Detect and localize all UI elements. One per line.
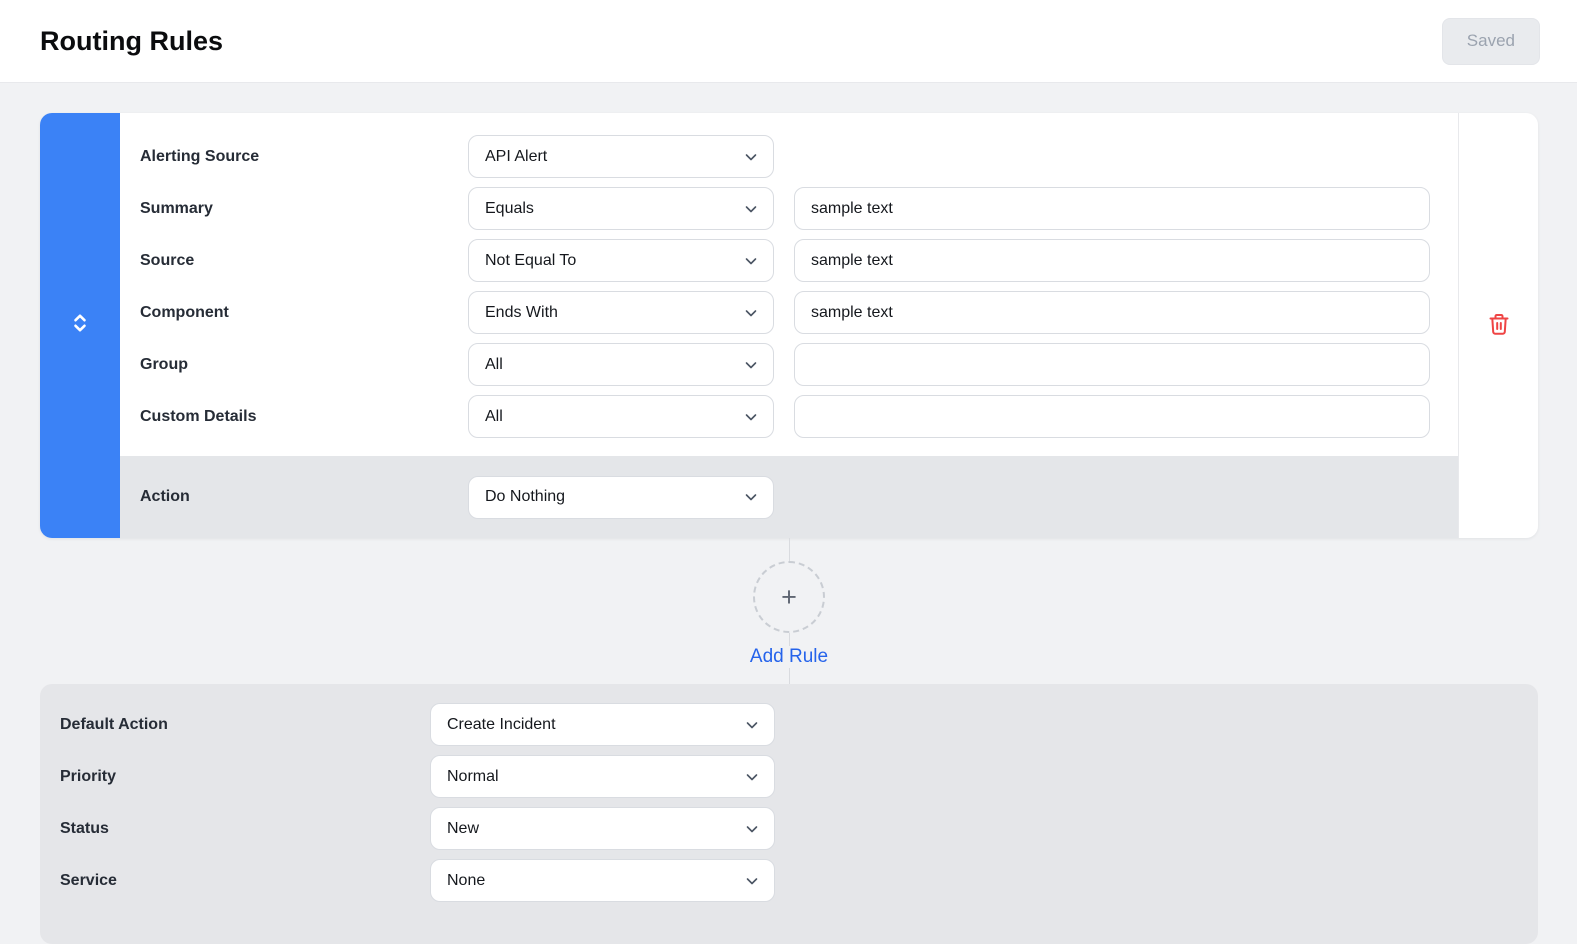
condition-value-input[interactable] <box>794 187 1430 230</box>
add-rule-connector: + Add Rule <box>40 538 1538 684</box>
condition-row-source: Source Not Equal To <box>120 239 1458 282</box>
chevron-down-icon <box>743 357 759 373</box>
condition-row-custom-details: Custom Details All <box>120 395 1458 438</box>
chevron-down-icon <box>743 201 759 217</box>
rule-card: Alerting Source API Alert Summary Equals… <box>40 113 1538 538</box>
rule-conditions: Alerting Source API Alert Summary Equals… <box>120 113 1458 456</box>
chevron-down-icon <box>744 873 760 889</box>
condition-value-input[interactable] <box>794 395 1430 438</box>
action-select-value: Do Nothing <box>485 488 566 505</box>
chevrons-up-down-icon <box>70 312 90 339</box>
default-setting-value: Create Incident <box>447 715 556 733</box>
default-row-priority: Priority Normal <box>40 755 1538 798</box>
condition-label: Custom Details <box>140 407 257 425</box>
condition-label: Summary <box>140 199 213 217</box>
chevron-down-icon <box>744 717 760 733</box>
condition-operator-value: All <box>485 407 503 425</box>
default-row-default-action: Default Action Create Incident <box>40 703 1538 746</box>
default-setting-value: None <box>447 871 486 889</box>
condition-label: Source <box>140 251 195 269</box>
default-settings-panel: Default Action Create Incident Priority … <box>40 684 1538 944</box>
condition-operator-select[interactable]: All <box>468 343 774 386</box>
chevron-down-icon <box>743 489 759 505</box>
chevron-down-icon <box>744 821 760 837</box>
condition-row-summary: Summary Equals <box>120 187 1458 230</box>
default-setting-label: Priority <box>60 767 117 785</box>
add-rule-label[interactable]: Add Rule <box>739 646 839 668</box>
chevron-down-icon <box>743 409 759 425</box>
condition-operator-value: Ends With <box>485 303 558 321</box>
condition-operator-value: All <box>485 355 503 373</box>
default-settings-rows: Default Action Create Incident Priority … <box>40 703 1538 902</box>
page-header: Routing Rules Saved <box>0 0 1577 83</box>
saved-button[interactable]: Saved <box>1441 17 1540 65</box>
default-setting-label: Default Action <box>60 715 168 733</box>
condition-operator-value: Not Equal To <box>485 251 577 269</box>
condition-operator-select[interactable]: Equals <box>468 187 774 230</box>
default-setting-select[interactable]: Normal <box>430 755 775 798</box>
default-setting-value: Normal <box>447 767 499 785</box>
condition-label: Component <box>140 303 229 321</box>
condition-operator-select[interactable]: All <box>468 395 774 438</box>
default-setting-label: Status <box>60 819 109 837</box>
page-title: Routing Rules <box>40 25 223 56</box>
condition-row-alerting-source: Alerting Source API Alert <box>120 135 1458 178</box>
condition-operator-select[interactable]: Not Equal To <box>468 239 774 282</box>
condition-row-group: Group All <box>120 343 1458 386</box>
condition-row-component: Component Ends With <box>120 291 1458 334</box>
chevron-down-icon <box>743 149 759 165</box>
default-setting-select[interactable]: Create Incident <box>430 703 775 746</box>
default-row-service: Service None <box>40 859 1538 902</box>
rule-body: Alerting Source API Alert Summary Equals… <box>120 113 1458 538</box>
condition-value-input[interactable] <box>794 291 1430 334</box>
condition-label: Group <box>140 355 188 373</box>
default-row-status: Status New <box>40 807 1538 850</box>
rule-action-row: Action Do Nothing <box>120 456 1458 538</box>
action-select[interactable]: Do Nothing <box>468 475 774 519</box>
default-setting-label: Service <box>60 871 117 889</box>
rule-drag-handle[interactable] <box>40 113 120 538</box>
default-setting-value: New <box>447 819 480 837</box>
chevron-down-icon <box>743 305 759 321</box>
action-label: Action <box>140 488 190 505</box>
condition-operator-value: API Alert <box>485 147 548 165</box>
add-rule-button[interactable]: + <box>753 561 825 633</box>
condition-value-input[interactable] <box>794 239 1430 282</box>
chevron-down-icon <box>743 253 759 269</box>
condition-operator-select[interactable]: Ends With <box>468 291 774 334</box>
plus-icon: + <box>781 581 797 612</box>
trash-icon <box>1487 312 1511 339</box>
default-setting-select[interactable]: None <box>430 859 775 902</box>
chevron-down-icon <box>744 769 760 785</box>
condition-value-input[interactable] <box>794 343 1430 386</box>
default-setting-select[interactable]: New <box>430 807 775 850</box>
condition-label: Alerting Source <box>140 147 260 165</box>
condition-operator-select[interactable]: API Alert <box>468 135 774 178</box>
rule-delete-column <box>1458 113 1538 538</box>
delete-rule-button[interactable] <box>1481 306 1517 345</box>
content: Alerting Source API Alert Summary Equals… <box>0 83 1577 944</box>
condition-operator-value: Equals <box>485 199 534 217</box>
